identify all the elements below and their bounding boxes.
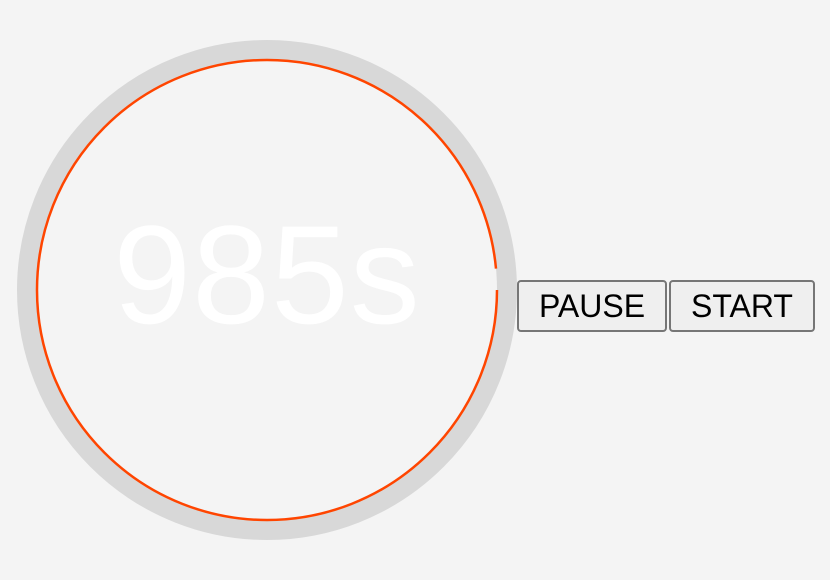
timer-value: 985s [113,196,421,353]
pause-button[interactable]: PAUSE [517,280,667,332]
timer-app: 985s PAUSE START [0,0,830,580]
countdown-timer: 985s [17,40,517,540]
timer-controls: PAUSE START [517,280,815,332]
start-button[interactable]: START [669,280,815,332]
